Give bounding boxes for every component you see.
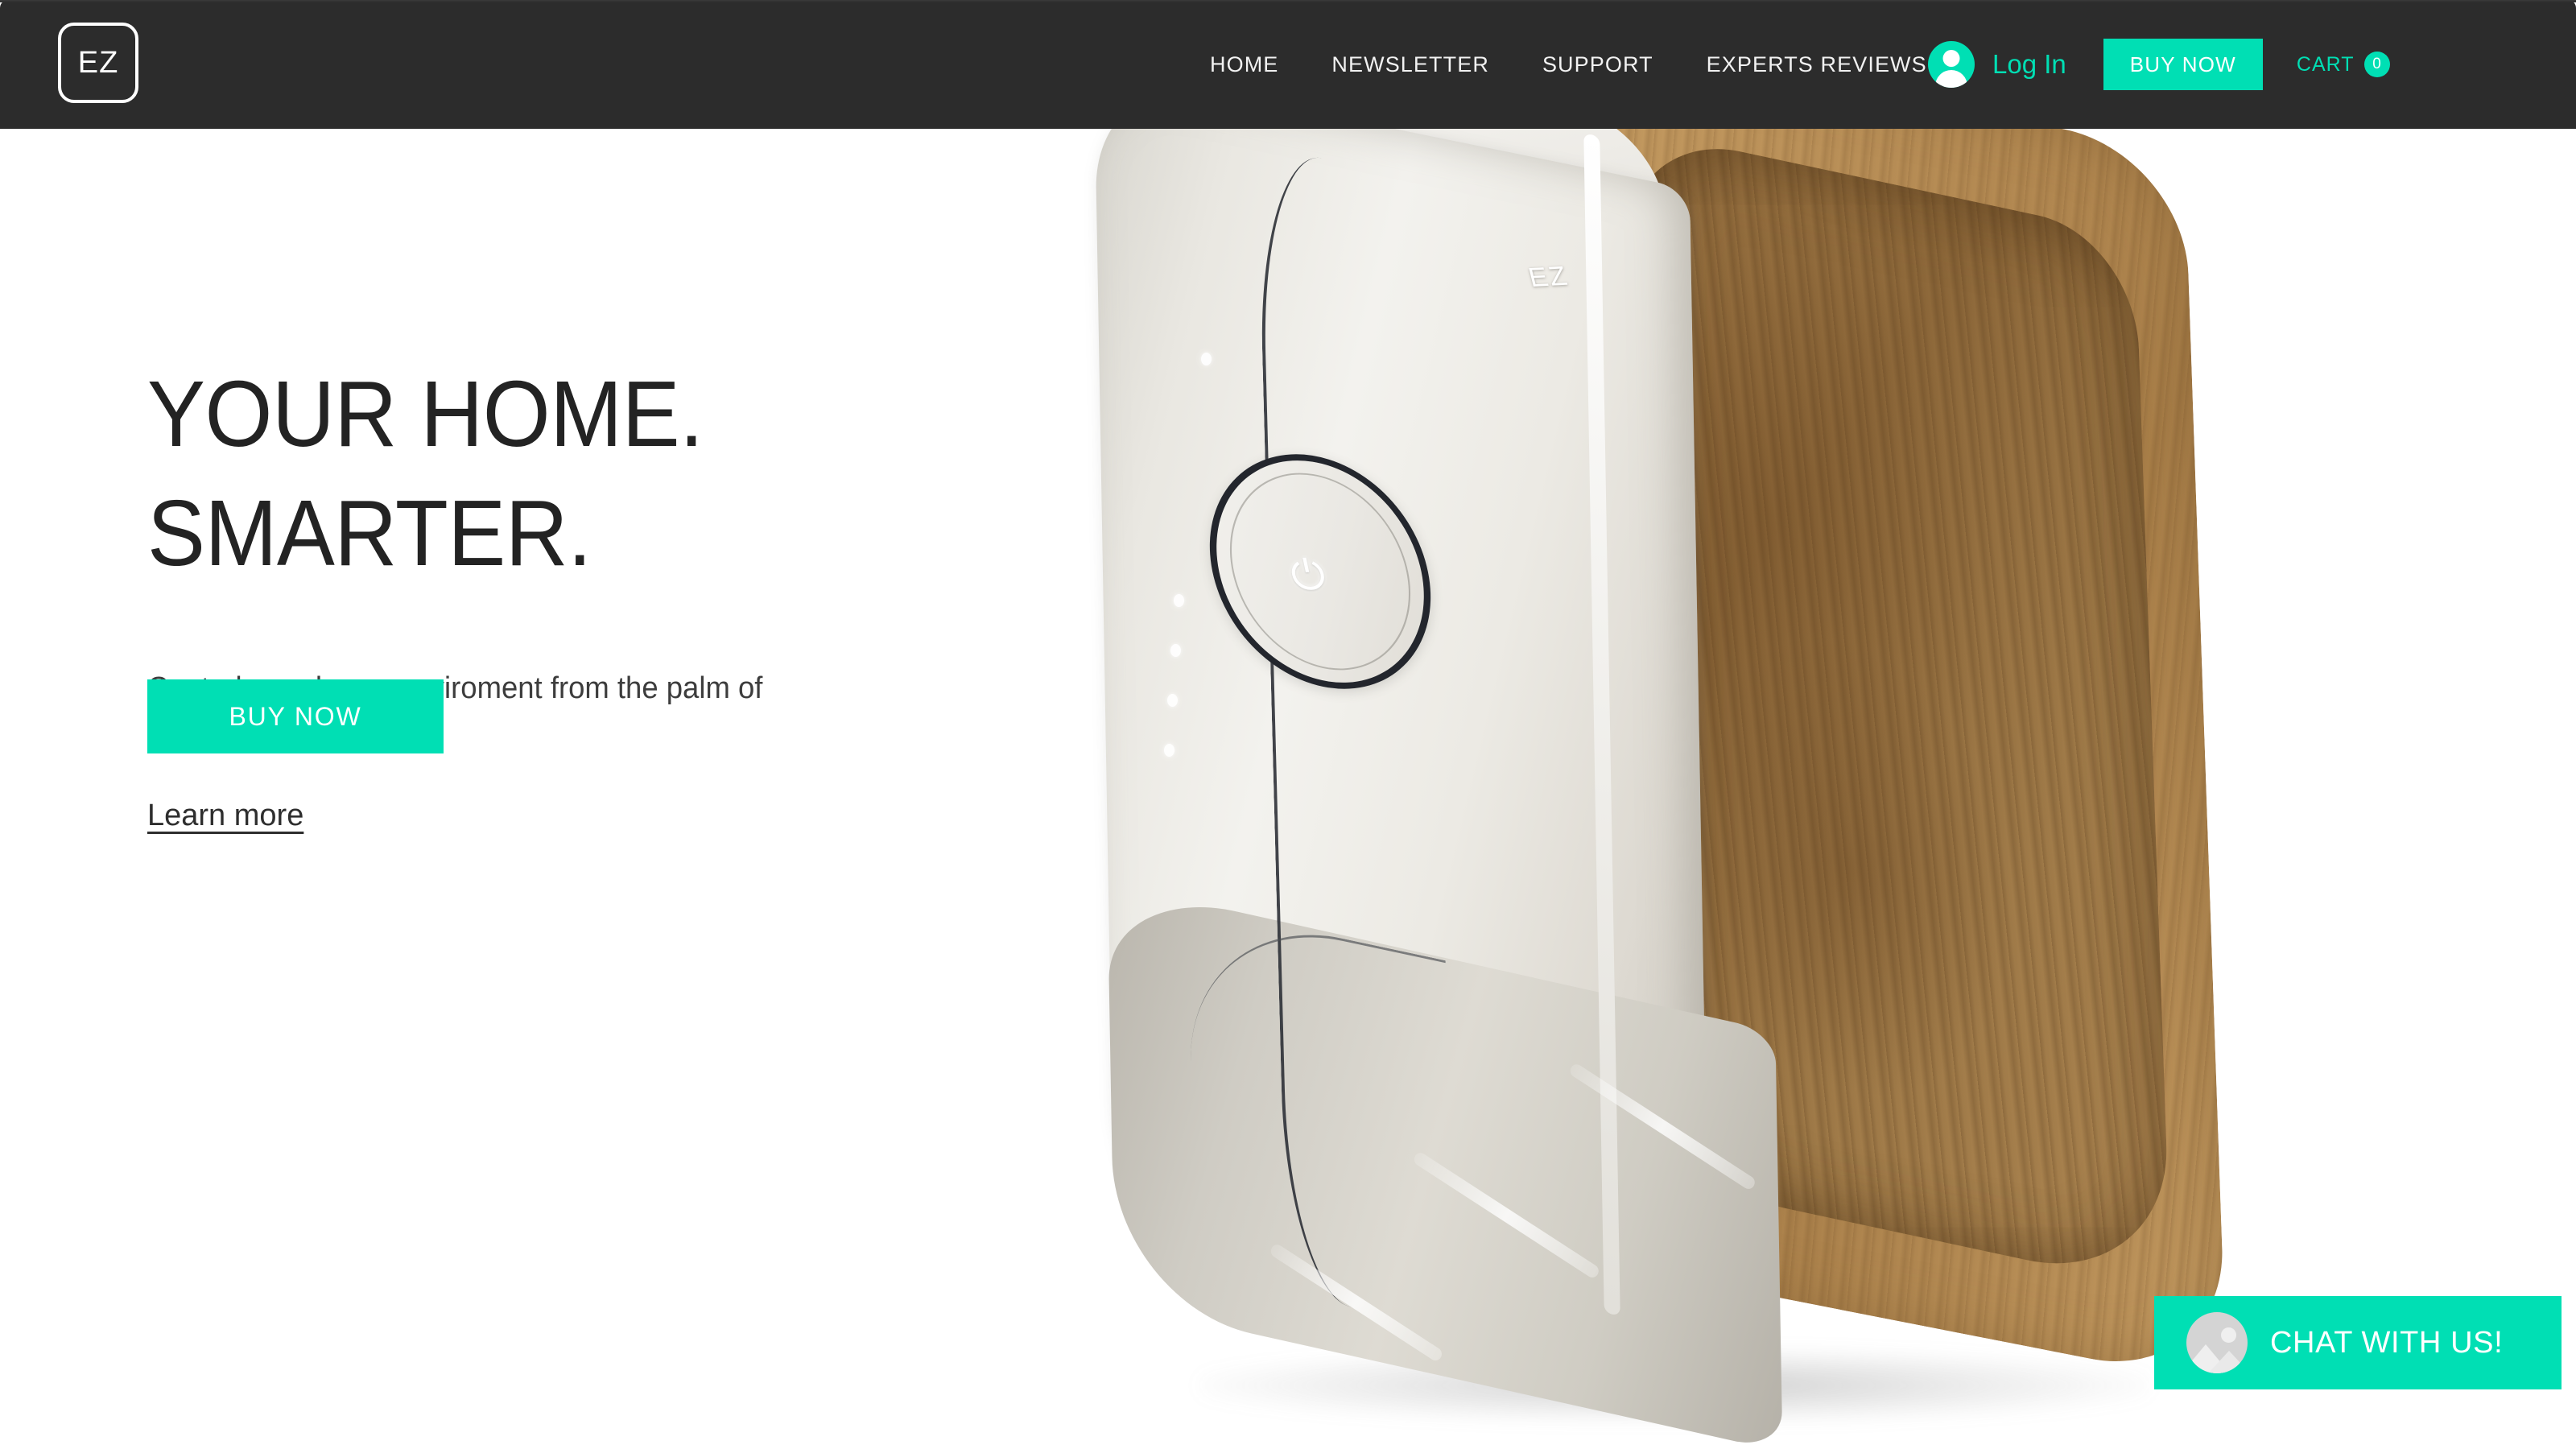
hero-copy: YOUR HOME. SMARTER. Control your home en… bbox=[147, 354, 993, 833]
hero-title-line-1: YOUR HOME. bbox=[147, 361, 704, 466]
page-title: YOUR HOME. SMARTER. bbox=[147, 354, 934, 593]
header-buy-now-button[interactable]: BUY NOW bbox=[2103, 39, 2263, 90]
account-area: Log In BUY NOW CART 0 bbox=[1928, 0, 2390, 129]
led-indicator-dot bbox=[1167, 694, 1178, 707]
user-avatar-icon[interactable] bbox=[1928, 41, 1975, 88]
power-icon: ⏻ bbox=[1286, 552, 1330, 599]
product-hero-image: ⏻ EZ bbox=[1030, 31, 2479, 1449]
led-indicator-dot bbox=[1164, 744, 1174, 757]
logo-label: EZ bbox=[77, 46, 119, 80]
chat-icon-hill-shape bbox=[2208, 1351, 2248, 1373]
login-link[interactable]: Log In bbox=[1992, 49, 2066, 80]
led-indicator-dot bbox=[1170, 644, 1181, 657]
nav-item-support[interactable]: SUPPORT bbox=[1516, 52, 1680, 77]
nav-item-experts-reviews[interactable]: EXPERTS REVIEWS bbox=[1680, 52, 1954, 77]
chat-with-us-button[interactable]: CHAT WITH US! bbox=[2154, 1296, 2562, 1389]
led-indicator-dot bbox=[1174, 594, 1184, 607]
page-root: EZ HOME NEWSLETTER SUPPORT EXPERTS REVIE… bbox=[0, 0, 2576, 1449]
hero-title-line-2: SMARTER. bbox=[147, 481, 592, 586]
cart-count-badge: 0 bbox=[2363, 52, 2390, 77]
nav-item-home[interactable]: HOME bbox=[1183, 52, 1305, 77]
avatar-head-shape bbox=[1942, 50, 1960, 67]
logo-ez[interactable]: EZ bbox=[58, 23, 138, 103]
chat-agent-image-icon bbox=[2186, 1312, 2248, 1373]
chat-widget-label: CHAT WITH US! bbox=[2270, 1325, 2504, 1360]
avatar-body-shape bbox=[1935, 70, 1967, 88]
learn-more-link[interactable]: Learn more bbox=[147, 799, 303, 833]
nav-item-newsletter[interactable]: NEWSLETTER bbox=[1305, 52, 1516, 77]
cart-button[interactable]: CART 0 bbox=[2297, 52, 2390, 77]
product-brand-engraving: EZ bbox=[1525, 261, 1572, 293]
led-indicator-dot bbox=[1201, 353, 1212, 365]
chat-icon-sun-shape bbox=[2221, 1327, 2236, 1343]
site-header: EZ HOME NEWSLETTER SUPPORT EXPERTS REVIE… bbox=[0, 0, 2576, 129]
cart-label: CART bbox=[2296, 52, 2355, 76]
main-nav: HOME NEWSLETTER SUPPORT EXPERTS REVIEWS bbox=[1183, 0, 1954, 129]
hero-buy-now-button[interactable]: BUY NOW bbox=[147, 679, 444, 753]
